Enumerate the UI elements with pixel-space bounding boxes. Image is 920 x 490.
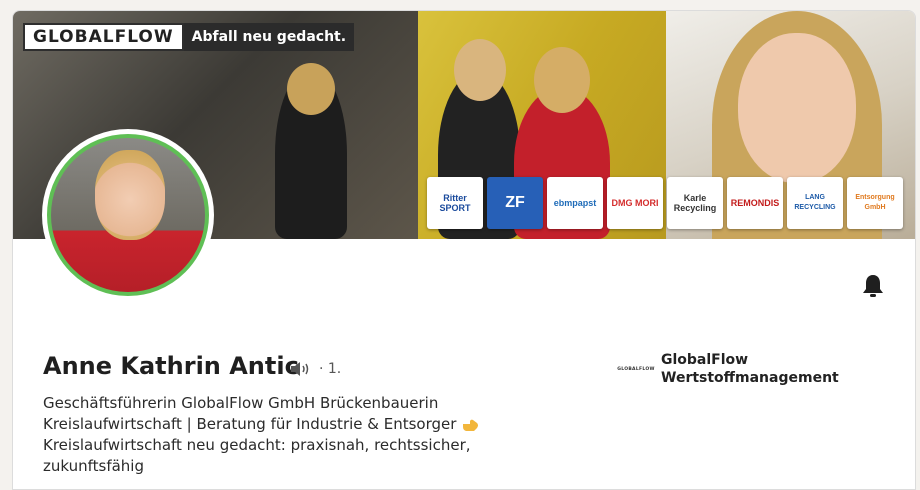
notification-bell-icon[interactable]: [861, 273, 885, 299]
partner-logo: Ritter SPORT: [427, 177, 483, 229]
connection-degree: · 1.: [319, 361, 342, 377]
headline-line: zukunftsfähig: [43, 457, 145, 475]
headline-line: Kreislaufwirtschaft neu gedacht: praxisn…: [43, 436, 471, 454]
company-logo: GLOBALFLOW: [617, 366, 655, 372]
partner-logo: DMG MORI: [607, 177, 663, 229]
company-name: GlobalFlow Wertstoffmanagement: [661, 352, 839, 386]
banner-brand-logo: GLOBALFLOW Abfall neu gedacht.: [23, 23, 355, 51]
partner-logo: ZF: [487, 177, 543, 229]
pronunciation-speaker-icon[interactable]: [289, 360, 311, 378]
profile-photo-face: [95, 150, 165, 240]
profile-headline: Geschäftsführerin GlobalFlow GmbH Brücke…: [43, 393, 533, 477]
partner-logo: ebmpapst: [547, 177, 603, 229]
profile-card: GLOBALFLOW Abfall neu gedacht. Ritter SP…: [12, 10, 916, 490]
partner-logo: Entsorgung GmbH: [847, 177, 903, 229]
partner-logo: LANG RECYCLING: [787, 177, 843, 229]
profile-name: Anne Kathrin Antic: [43, 352, 299, 380]
current-company-link[interactable]: GLOBALFLOW GlobalFlow Wertstoffmanagemen…: [615, 351, 861, 387]
headline-line: Geschäftsführerin GlobalFlow GmbH Brücke…: [43, 394, 439, 412]
profile-photo[interactable]: [47, 134, 209, 296]
partner-logo: Karle Recycling: [667, 177, 723, 229]
brand-wordmark: GLOBALFLOW: [23, 23, 184, 51]
pointing-hand-emoji: [463, 419, 479, 431]
partner-logo: REMONDIS: [727, 177, 783, 229]
brand-tagline: Abfall neu gedacht.: [183, 23, 355, 51]
profile-photo-frame[interactable]: [42, 129, 214, 301]
headline-line: Kreislaufwirtschaft | Beratung für Indus…: [43, 414, 533, 435]
partner-logo-strip: Ritter SPORT ZF ebmpapst DMG MORI Karle …: [427, 177, 903, 229]
